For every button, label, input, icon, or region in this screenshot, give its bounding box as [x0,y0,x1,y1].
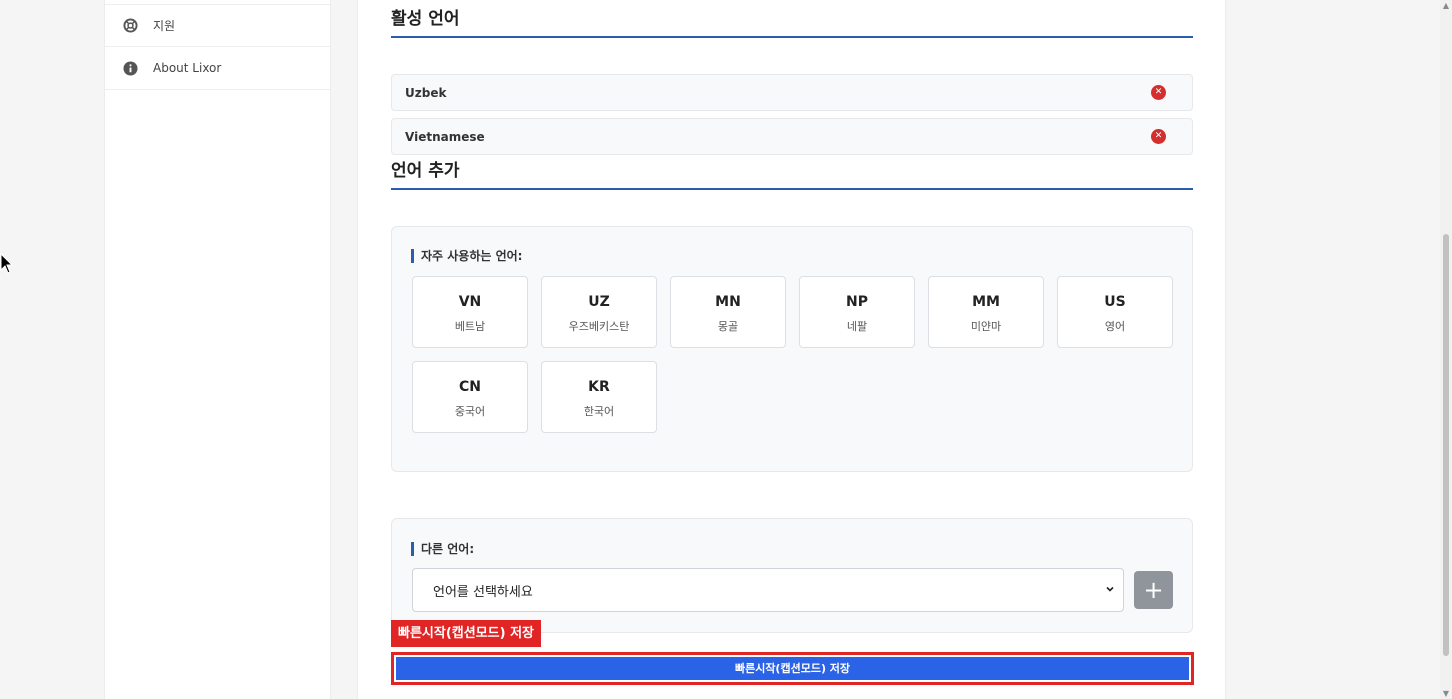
language-name: 영어 [1104,320,1126,333]
active-language-row: Vietnamese ✕ [391,118,1193,155]
language-name: 미얀마 [970,320,1002,333]
quick-language-cn[interactable]: CN 중국어 [412,361,528,433]
language-code: KR [588,379,610,395]
language-code: NP [846,294,868,310]
language-code: MN [715,294,741,310]
quick-language-vn[interactable]: VN 베트남 [412,276,528,348]
quick-language-mm[interactable]: MM 미얀마 [928,276,1044,348]
frequent-languages-label: 자주 사용하는 언어: [411,249,522,263]
language-name: 네팔 [846,320,868,333]
language-name: Vietnamese [405,129,485,144]
language-code: MM [972,294,1000,310]
language-name: 우즈베키스탄 [568,320,630,333]
language-name: 몽골 [717,320,739,333]
quick-language-us[interactable]: US 영어 [1057,276,1173,348]
active-languages-title: 활성 언어 [391,4,1193,38]
language-code: US [1104,294,1126,310]
quick-language-kr[interactable]: KR 한국어 [541,361,657,433]
sidebar-item-label: About Lixor [153,61,222,75]
scroll-thumb[interactable] [1443,234,1449,656]
language-name: 베트남 [454,320,486,333]
info-icon [123,60,138,76]
language-select[interactable]: 언어를 선택하세요 [412,568,1124,612]
save-quickstart-button[interactable]: 빠른시작(캡션모드) 저장 [396,657,1189,680]
language-select-value: 언어를 선택하세요 [433,584,533,600]
highlight-label: 빠른시작(캡션모드) 저장 [391,620,542,647]
active-language-row: Uzbek ✕ [391,74,1193,111]
sidebar-item-label: 지원 [153,19,176,33]
sidebar: 지원 About Lixor [104,0,331,699]
language-name: 중국어 [454,405,486,418]
quick-language-uz[interactable]: UZ 우즈베키스탄 [541,276,657,348]
language-code: CN [459,379,481,395]
quick-language-mn[interactable]: MN 몽골 [670,276,786,348]
remove-language-icon[interactable]: ✕ [1151,129,1166,144]
add-language-button[interactable]: + [1134,571,1173,609]
other-languages-box: 다른 언어: 언어를 선택하세요 + [391,518,1193,633]
remove-language-icon[interactable]: ✕ [1151,85,1166,100]
quick-language-np[interactable]: NP 네팔 [799,276,915,348]
mouse-cursor-icon [0,252,14,279]
other-languages-label: 다른 언어: [411,542,474,556]
sidebar-item-support[interactable]: 지원 [105,4,330,47]
lifebuoy-icon [123,18,138,33]
sidebar-item-about[interactable]: About Lixor [105,47,330,90]
add-language-title: 언어 추가 [391,156,1193,190]
language-name: Uzbek [405,85,447,100]
language-code: UZ [588,294,610,310]
plus-icon: + [1143,576,1164,604]
language-name: 한국어 [583,405,615,418]
scrollbar[interactable]: ▲ ▼ [1440,0,1452,699]
frequent-languages-box: 자주 사용하는 언어: VN 베트남 UZ 우즈베키스탄 MN 몽골 NP 네팔… [391,226,1193,472]
highlight-frame: 빠른시작(캡션모드) 저장 [391,652,1194,685]
main-panel: 활성 언어 Uzbek ✕ Vietnamese ✕ 언어 추가 자주 사용하는… [357,0,1226,699]
chevron-down-icon [1105,583,1115,598]
language-code: VN [458,294,482,310]
scroll-down-icon[interactable]: ▼ [1441,689,1451,698]
scroll-up-icon[interactable]: ▲ [1441,1,1451,10]
